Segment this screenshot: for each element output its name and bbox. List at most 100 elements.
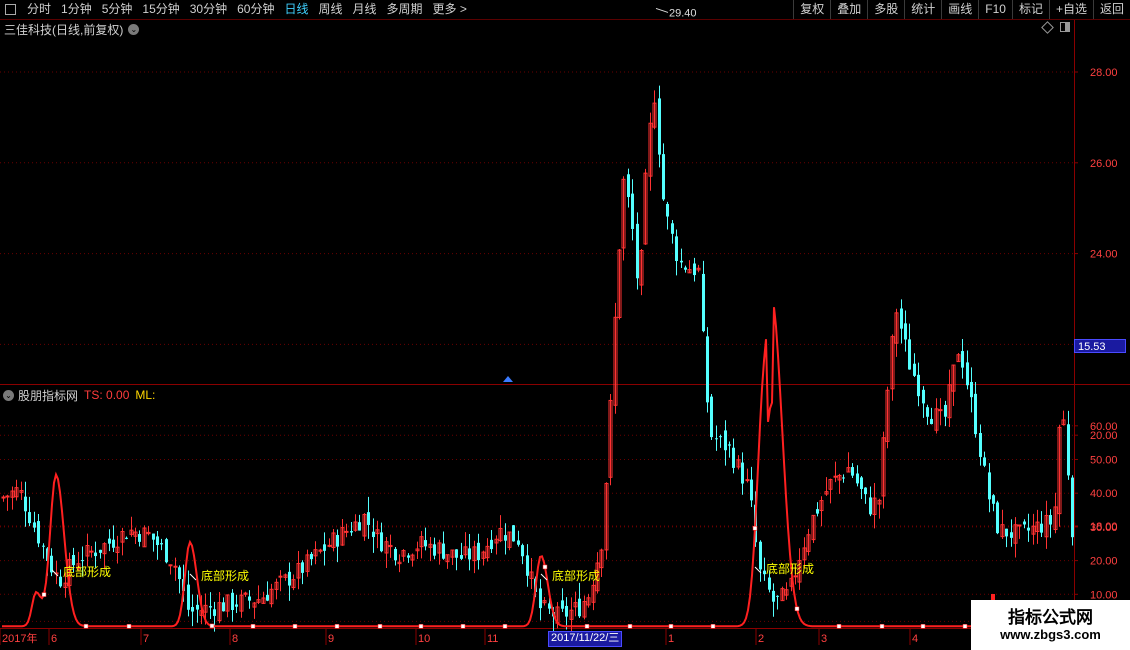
indicator-dot	[83, 623, 89, 629]
candle-body	[979, 433, 982, 457]
candle-body	[706, 336, 709, 403]
high-marker-line	[655, 7, 669, 13]
candle-body	[455, 549, 458, 558]
candle-body	[988, 472, 991, 500]
candle-body	[231, 592, 234, 611]
indicator-dot	[41, 592, 47, 597]
candle-body	[983, 457, 986, 466]
indicator-dot	[836, 624, 842, 629]
time-axis-label: 1	[668, 633, 674, 645]
candle-body	[191, 607, 194, 612]
candle-body	[187, 584, 190, 610]
candle-body	[512, 525, 515, 542]
candle-body	[702, 273, 705, 332]
candle-body	[1, 496, 6, 499]
time-axis-label: 2017年	[2, 631, 37, 645]
candle-body	[442, 543, 445, 559]
candle-body	[152, 533, 155, 540]
candle-body	[490, 539, 493, 550]
candle-body	[944, 404, 947, 417]
candle-body	[578, 598, 581, 617]
candle-body	[460, 555, 463, 559]
candle-body	[138, 534, 141, 542]
candle-body	[851, 467, 854, 476]
indicator-dot	[292, 624, 298, 629]
price-tick-label: 28.00	[1090, 67, 1118, 79]
candle-body	[72, 554, 75, 566]
candle-body	[671, 223, 674, 234]
indicator-dot	[962, 624, 968, 629]
candle-body	[658, 98, 661, 155]
candle-body	[966, 362, 969, 386]
cursor-marker-icon	[503, 376, 513, 382]
indicator-tick-label: 60.00	[1090, 421, 1118, 433]
indicator-dot	[502, 624, 508, 629]
indicator-name: 股朋指标网	[18, 388, 79, 403]
candle-body	[750, 479, 753, 501]
candle-body	[125, 537, 128, 539]
indicator-dot	[377, 624, 383, 629]
signal-label: 底部形成	[766, 561, 814, 576]
candle-body	[209, 606, 212, 608]
candle-body	[974, 393, 977, 435]
candle-body	[33, 522, 36, 528]
candle-body	[160, 543, 163, 545]
candle-body	[156, 536, 159, 546]
candle-body	[37, 521, 40, 544]
indicator-dot	[584, 624, 590, 629]
kline-chart[interactable]: 28.0026.0024.0022.0020.0018.0029.4014.98…	[0, 0, 1130, 650]
candle-body	[1071, 477, 1074, 538]
chevron-down-icon[interactable]: ⌄	[3, 389, 14, 401]
indicator-ts-value: TS: 0.00	[84, 388, 130, 402]
candle-body	[358, 522, 361, 531]
candle-body	[922, 389, 925, 404]
candle-body	[1067, 424, 1070, 476]
candle-body	[627, 174, 630, 198]
candle-body	[930, 418, 933, 425]
candle-body	[372, 531, 375, 538]
candle-body	[5, 495, 10, 498]
indicator-dot	[920, 624, 926, 629]
candle-body	[693, 263, 696, 276]
candle-body	[336, 534, 339, 547]
signal-label: 底部形成	[63, 564, 111, 579]
candle-body	[99, 549, 102, 553]
candle-body	[248, 596, 251, 601]
candle-body	[1023, 521, 1026, 525]
candle-body	[816, 509, 819, 514]
signal-label: 底部形成	[552, 568, 600, 583]
candle-body	[666, 203, 669, 217]
candle-body	[860, 477, 863, 489]
candle-body	[1017, 524, 1022, 527]
candle-body	[996, 502, 999, 534]
candle-body	[94, 552, 97, 557]
indicator-dot	[209, 623, 215, 629]
candle-body	[631, 193, 634, 229]
indicator-dot	[710, 624, 716, 629]
candle-body	[842, 477, 845, 479]
candle-body	[521, 545, 524, 557]
candle-body	[856, 473, 859, 484]
indicator-dot	[627, 624, 633, 629]
candle-body	[42, 545, 45, 547]
watermark-title: 指标公式网	[1008, 608, 1093, 627]
candle-body	[278, 575, 283, 578]
candle-body	[715, 438, 718, 440]
indicator-dot	[126, 624, 132, 629]
candle-body	[961, 351, 964, 368]
indicator-dot	[460, 624, 466, 629]
candle-body	[165, 539, 168, 563]
time-axis-label: 7	[143, 633, 149, 645]
candle-body	[926, 407, 929, 417]
candle-body	[196, 604, 199, 610]
watermark: 指标公式网 www.zbgs3.com	[971, 600, 1130, 650]
candle-body	[380, 532, 383, 552]
candle-body	[869, 497, 872, 515]
indicator-dot	[879, 624, 885, 629]
indicator-tick-label: 20.00	[1090, 556, 1118, 568]
candle-body	[710, 396, 713, 438]
candle-body	[327, 544, 332, 547]
indicator-title-row: ⌄ 股朋指标网 TS: 0.00 ML:	[0, 387, 155, 403]
candle-body	[1005, 528, 1008, 537]
indicator-dot	[542, 564, 548, 570]
